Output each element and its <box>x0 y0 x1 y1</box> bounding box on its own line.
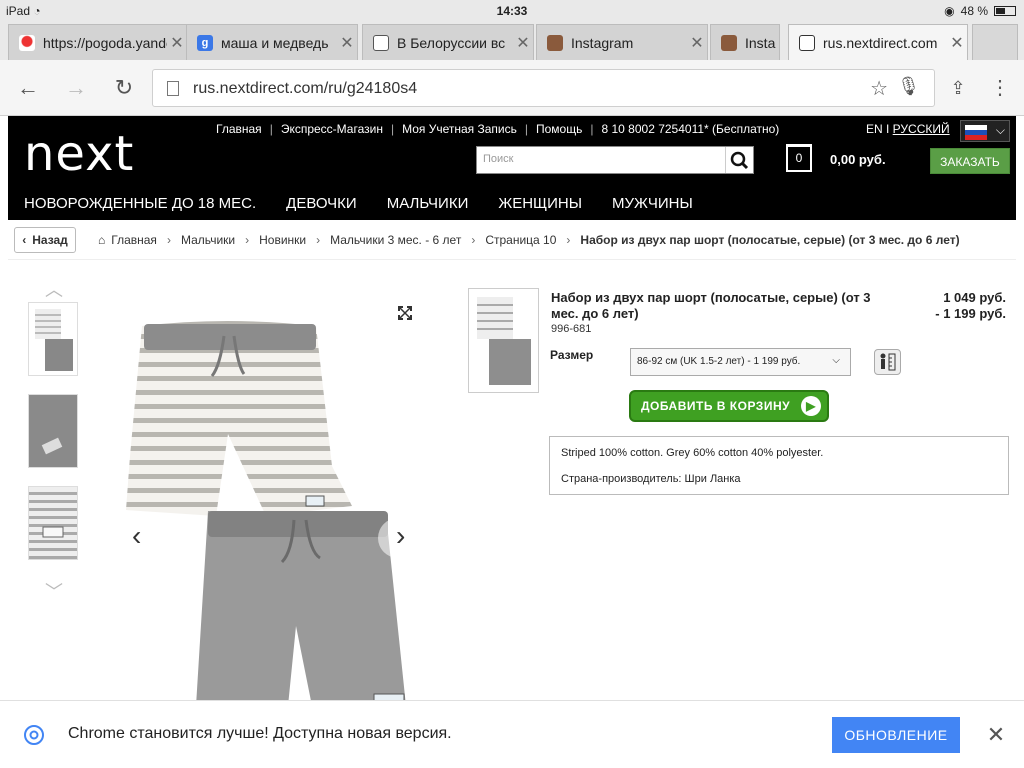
product-description: Striped 100% cotton. Grey 60% cotton 40%… <box>549 436 1009 495</box>
top-link-express[interactable]: Экспресс-Магазин <box>281 122 383 136</box>
thumbnail-2[interactable] <box>28 394 78 468</box>
star-icon[interactable]: ☆ <box>870 76 888 101</box>
tab-nextdirect[interactable]: rus.nextdirect.com ✕ <box>788 24 968 60</box>
close-tab-icon[interactable]: ✕ <box>167 33 187 53</box>
site-header: next Главная | Экспресс-Магазин | Моя Учет… <box>8 116 1016 220</box>
top-links: Главная | Экспресс-Магазин | Моя Учетная З… <box>216 122 780 136</box>
product-code: 996-681 <box>551 323 592 335</box>
chevron-down-icon[interactable]: ﹀ <box>28 578 80 604</box>
top-link-home[interactable]: Главная <box>216 122 262 136</box>
tab-instagram-2[interactable]: Insta <box>710 24 780 60</box>
size-guide-icon[interactable] <box>874 349 901 375</box>
main-nav: НОВОРОЖДЕННЫЕ ДО 18 МЕС. ДЕВОЧКИ МАЛЬЧИК… <box>8 186 1016 220</box>
origin-text: Страна-производитель: Шри Ланка <box>561 473 741 485</box>
top-link-account[interactable]: Моя Учетная Запись <box>402 122 517 136</box>
nav-newborn[interactable]: НОВОРОЖДЕННЫЕ ДО 18 МЕС. <box>24 195 256 212</box>
tab-instagram[interactable]: Instagram ✕ <box>536 24 708 60</box>
nav-girls[interactable]: ДЕВОЧКИ <box>286 195 357 212</box>
address-bar[interactable]: rus.nextdirect.com/ru/g24180s4 ☆ 🎙 <box>152 69 935 107</box>
fullscreen-icon[interactable] <box>398 306 412 325</box>
clock: 14:33 <box>496 4 528 18</box>
top-link-phone: 8 10 8002 7254011* (Бесплатно) <box>601 122 780 136</box>
top-link-help[interactable]: Помощь <box>536 122 582 136</box>
page-icon <box>167 81 179 96</box>
crumb-boys-age[interactable]: Мальчики 3 мес. - 6 лет <box>330 233 461 247</box>
tab-belarus[interactable]: В Белоруссии вс ✕ <box>362 24 534 60</box>
size-select[interactable]: 86-92 см (UK 1.5-2 лет) - 1 199 руб. ⌵ <box>630 348 851 376</box>
battery-text: 48 % <box>960 4 988 18</box>
language-switch[interactable]: EN I РУССКИЙ <box>866 122 950 136</box>
new-tab-button[interactable] <box>972 24 1018 60</box>
crumb-current: Набор из двух пар шорт (полосатые, серые… <box>580 232 960 247</box>
forward-arrow-icon[interactable]: → <box>62 74 90 102</box>
shopping-bag-icon[interactable]: 0 <box>786 144 812 172</box>
product-main-image: ‹ › <box>116 306 418 700</box>
crumb-page[interactable]: Страница 10 <box>485 233 556 247</box>
product-price: 1 049 руб. - 1 199 руб. <box>935 290 1006 321</box>
home-icon[interactable]: ⌂ <box>98 233 105 247</box>
breadcrumb: ‹ Назад ⌂ Главная › Мальчики › Новинки › Мал… <box>8 220 1016 260</box>
chevron-down-icon: ⌵ <box>995 123 1005 137</box>
add-to-cart-button[interactable]: ДОБАВИТЬ В КОРЗИНУ ▶ <box>629 390 829 422</box>
status-bar: iPad ◔ 14:33 ◉ 48 % <box>0 0 1024 22</box>
product-thumbnail <box>468 288 539 393</box>
crumb-new[interactable]: Новинки <box>259 233 306 247</box>
url-text[interactable]: rus.nextdirect.com/ru/g24180s4 <box>193 80 417 98</box>
update-banner: Chrome становится лучше! Доступна новая … <box>0 700 1024 768</box>
web-page: next Главная | Экспресс-Магазин | Моя Учет… <box>8 116 1016 700</box>
tab-pogoda[interactable]: https://pogoda.yandex.ru ✕ <box>8 24 188 60</box>
menu-icon[interactable]: ⋮ <box>986 74 1014 102</box>
product-title: Набор из двух пар шорт (полосатые, серые… <box>551 290 871 321</box>
prev-image-arrow[interactable]: ‹ <box>132 520 141 552</box>
next-image-arrow[interactable]: › <box>396 520 405 552</box>
chevron-down-icon: ⌵ <box>832 355 840 366</box>
country-flag-dropdown[interactable]: ⌵ <box>960 120 1010 142</box>
browser-toolbar: ← → ↻ rus.nextdirect.com/ru/g24180s4 ☆ 🎙… <box>0 60 1024 116</box>
instagram-icon <box>721 34 737 51</box>
nav-boys[interactable]: МАЛЬЧИКИ <box>387 195 469 212</box>
next-icon <box>799 34 815 51</box>
tab-masha[interactable]: g маша и медведь ✕ <box>186 24 358 60</box>
lock-rotation-icon: ◉ <box>944 4 955 18</box>
chevron-left-icon: ‹ <box>22 232 27 247</box>
size-label: Размер <box>550 348 594 362</box>
order-button[interactable]: ЗАКАЗАТЬ <box>930 148 1010 174</box>
crumb-home[interactable]: Главная <box>111 233 157 247</box>
instagram-icon <box>547 34 563 51</box>
bag-total: 0,00 руб. <box>830 152 886 167</box>
nav-men[interactable]: МУЖЧИНЫ <box>612 195 693 212</box>
back-button[interactable]: ‹ Назад <box>14 226 76 253</box>
close-tab-icon[interactable]: ✕ <box>687 33 707 53</box>
arrow-right-icon: ▶ <box>801 396 821 416</box>
thumbnail-1[interactable] <box>28 302 78 376</box>
thumbnail-3[interactable] <box>28 486 78 560</box>
composition-text: Striped 100% cotton. Grey 60% cotton 40%… <box>561 447 824 459</box>
weather-icon <box>19 34 35 51</box>
page-edge <box>1016 116 1024 700</box>
share-icon[interactable]: ⇪ <box>944 74 972 102</box>
thumbnail-strip: ︿ ﹀ <box>28 276 80 604</box>
close-tab-icon[interactable]: ✕ <box>337 33 357 53</box>
back-arrow-icon[interactable]: ← <box>14 74 42 102</box>
chrome-icon <box>24 725 44 750</box>
search-icon[interactable] <box>725 147 753 173</box>
update-message: Chrome становится лучше! Доступна новая … <box>68 725 452 742</box>
battery-icon <box>994 6 1016 16</box>
search-input[interactable]: Поиск <box>476 146 754 174</box>
update-button[interactable]: ОБНОВЛЕНИЕ <box>832 717 960 753</box>
tab-strip: https://pogoda.yandex.ru ✕ g маша и медв… <box>0 22 1024 60</box>
doc-icon <box>373 34 389 51</box>
close-icon[interactable]: ✕ <box>984 723 1008 747</box>
close-tab-icon[interactable]: ✕ <box>513 33 533 53</box>
microphone-icon[interactable]: 🎙 <box>897 76 920 97</box>
google-icon: g <box>197 34 213 51</box>
chevron-up-icon[interactable]: ︿ <box>28 276 80 302</box>
close-tab-icon[interactable]: ✕ <box>947 33 967 53</box>
site-logo[interactable]: next <box>24 126 134 182</box>
nav-women[interactable]: ЖЕНЩИНЫ <box>498 195 582 212</box>
reload-icon[interactable]: ↻ <box>110 74 138 102</box>
crumb-boys[interactable]: Мальчики <box>181 233 235 247</box>
